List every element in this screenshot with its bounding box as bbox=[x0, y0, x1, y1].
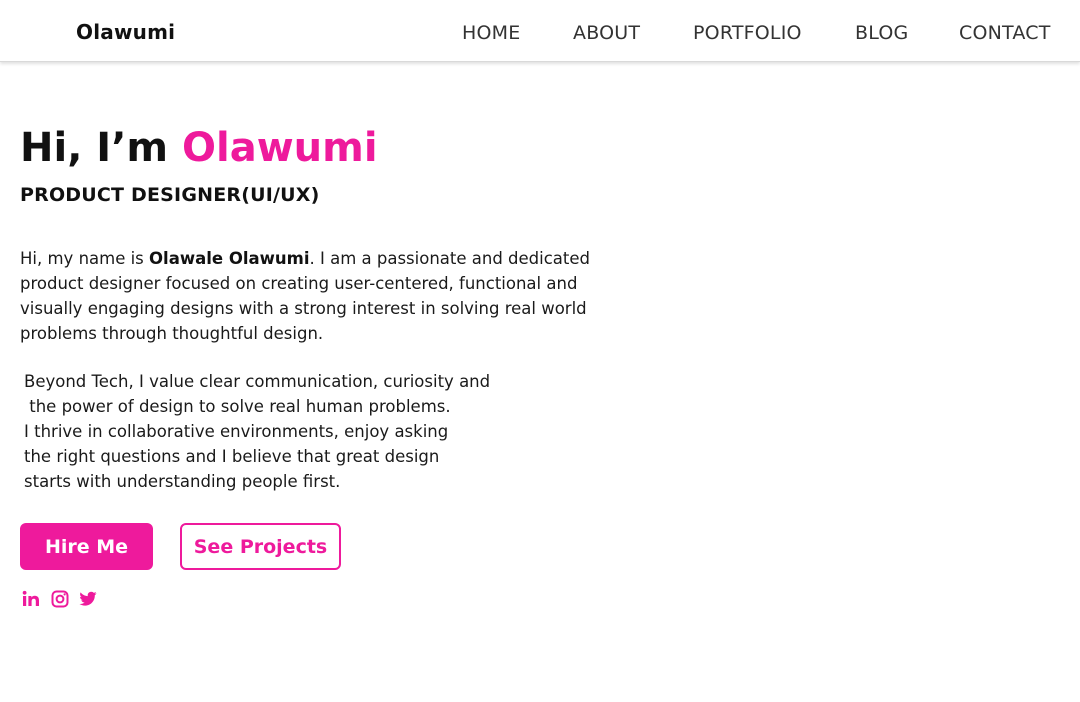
intro-suffix: . I am a passionate and dedicated bbox=[309, 249, 591, 268]
intro-line-2: product designer focused on creating use… bbox=[20, 274, 578, 293]
beyond-line-1: Beyond Tech, I value clear communication… bbox=[24, 372, 491, 391]
beyond-line-2: the power of design to solve real human … bbox=[24, 397, 451, 416]
intro-full-name: Olawale Olawumi bbox=[149, 249, 310, 268]
beyond-line-4: the right questions and I believe that g… bbox=[24, 447, 440, 466]
beyond-line-3: I thrive in collaborative environments, … bbox=[24, 422, 449, 441]
instagram-icon[interactable] bbox=[50, 589, 70, 609]
linkedin-icon[interactable] bbox=[21, 589, 41, 609]
hero-greeting: Hi, I’m bbox=[20, 125, 182, 171]
nav-contact-link[interactable]: CONTACT bbox=[959, 24, 1051, 43]
nav-portfolio-link[interactable]: PORTFOLIO bbox=[693, 24, 802, 43]
hero-subtitle: PRODUCT DESIGNER(UI/UX) bbox=[20, 184, 320, 206]
intro-line-3: visually engaging designs with a strong … bbox=[20, 299, 587, 318]
intro-line-4: problems through thoughtful design. bbox=[20, 324, 324, 343]
hire-me-button[interactable]: Hire Me bbox=[20, 523, 153, 570]
intro-paragraph: Hi, my name is Olawale Olawumi. I am a p… bbox=[20, 246, 620, 346]
intro-prefix: Hi, my name is bbox=[20, 249, 150, 268]
beyond-tech-paragraph: Beyond Tech, I value clear communication… bbox=[24, 369, 544, 494]
nav-blog-link[interactable]: BLOG bbox=[855, 24, 908, 43]
nav-about-link[interactable]: ABOUT bbox=[573, 24, 640, 43]
navbar: Olawumi HOME ABOUT PORTFOLIO BLOG CONTAC… bbox=[0, 0, 1080, 62]
nav-home-link[interactable]: HOME bbox=[462, 24, 520, 43]
intro-line-1: Hi, my name is Olawale Olawumi. I am a p… bbox=[20, 246, 620, 271]
see-projects-button[interactable]: See Projects bbox=[180, 523, 341, 570]
hero-name: Olawumi bbox=[182, 125, 378, 171]
twitter-icon[interactable] bbox=[78, 589, 98, 609]
hero-title: Hi, I’m Olawumi bbox=[20, 126, 378, 170]
site-logo[interactable]: Olawumi bbox=[76, 22, 175, 42]
beyond-line-5: starts with understanding people first. bbox=[24, 472, 341, 491]
